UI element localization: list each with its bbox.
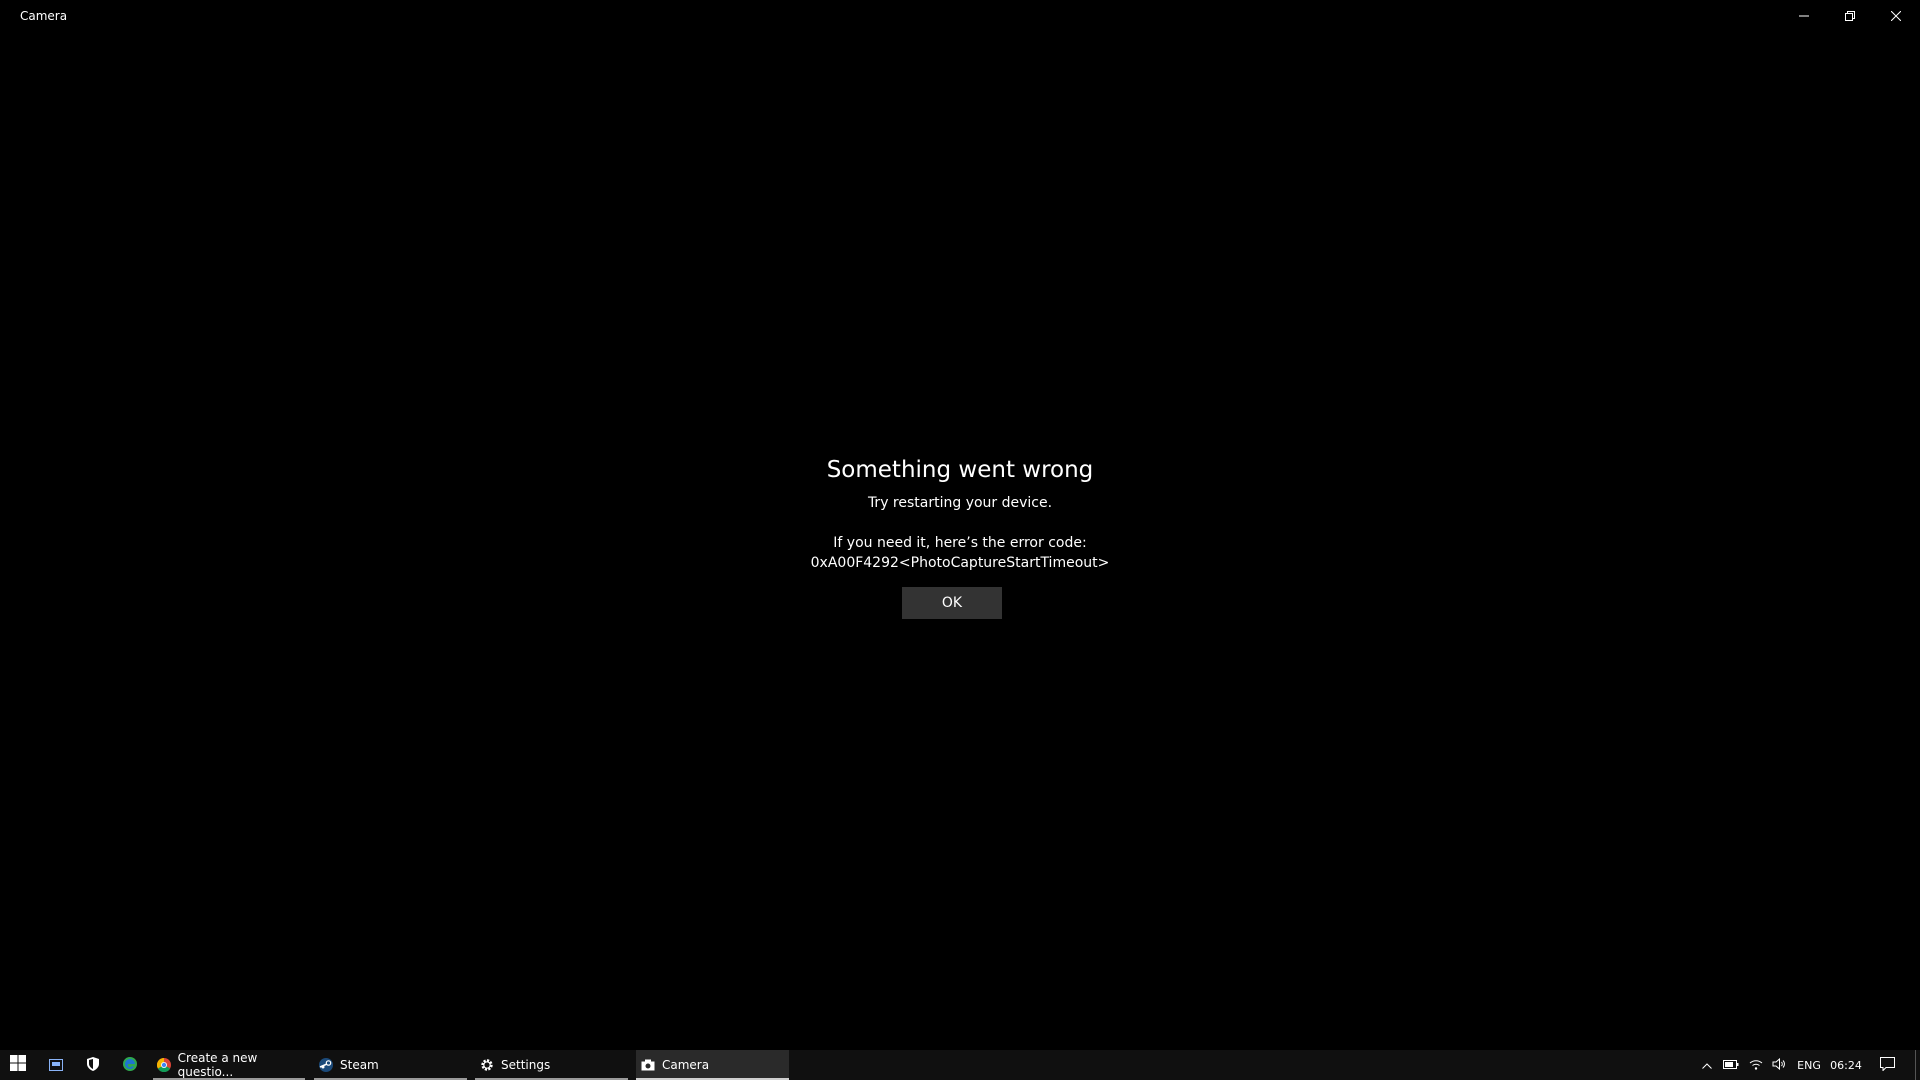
security-button[interactable] [75,1050,111,1080]
task-view-button[interactable] [38,1050,74,1080]
battery-icon [1723,1059,1739,1072]
ok-button[interactable]: OK [902,587,1002,619]
error-message: Try restarting your device. [867,495,1053,511]
minimize-button[interactable] [1781,0,1827,32]
taskbar-app-settings[interactable]: Settings [475,1050,628,1080]
edge-button[interactable] [112,1050,148,1080]
close-button[interactable] [1873,0,1919,32]
gear-icon [479,1057,495,1073]
start-button[interactable] [0,1050,36,1080]
action-center-icon [1879,1056,1895,1074]
chevron-up-icon [1702,1059,1712,1072]
error-code-intro: If you need it, here’s the error code: [833,535,1087,551]
camera-window: Camera Something went wrong Try restarti… [0,0,1920,1050]
input-language[interactable]: ENG [1794,1050,1824,1080]
task-view-icon [49,1056,63,1075]
edge-icon [123,1056,137,1075]
restore-button[interactable] [1827,0,1873,32]
restore-icon [1845,11,1855,21]
camera-icon [640,1057,656,1073]
error-dialog: Something went wrong Try restarting your… [760,450,1160,619]
taskbar-app-label: Camera [662,1058,710,1072]
taskbar-app-camera[interactable]: Camera [636,1050,789,1080]
steam-icon [318,1057,334,1073]
title-bar[interactable]: Camera [0,0,1920,32]
taskbar-app-label: Create a new questio... [177,1051,258,1079]
network-button[interactable] [1745,1050,1767,1080]
show-desktop-button[interactable] [1915,1050,1920,1080]
volume-icon [1772,1057,1786,1073]
volume-button[interactable] [1768,1050,1790,1080]
error-title: Something went wrong [826,457,1094,483]
chrome-icon [157,1057,172,1073]
action-center-button[interactable] [1874,1050,1900,1080]
error-code: 0xA00F4292<PhotoCaptureStartTimeout> [810,555,1110,571]
taskbar-app-label: Settings [501,1058,551,1072]
windows-start-icon [10,1055,26,1075]
show-hidden-icons-button[interactable] [1697,1050,1717,1080]
taskbar: Create a new questio... Steam Settings C… [0,1050,1920,1080]
security-shield-icon [87,1056,99,1075]
close-icon [1891,11,1901,21]
window-title: Camera [20,9,68,23]
taskbar-app-steam[interactable]: Steam [314,1050,467,1080]
minimize-icon [1799,11,1809,21]
battery-button[interactable] [1720,1050,1742,1080]
wifi-icon [1749,1058,1763,1073]
taskbar-app-chrome[interactable]: Create a new questio... [153,1050,305,1080]
taskbar-app-label: Steam [340,1058,379,1072]
clock[interactable]: 06:24 [1828,1050,1864,1080]
